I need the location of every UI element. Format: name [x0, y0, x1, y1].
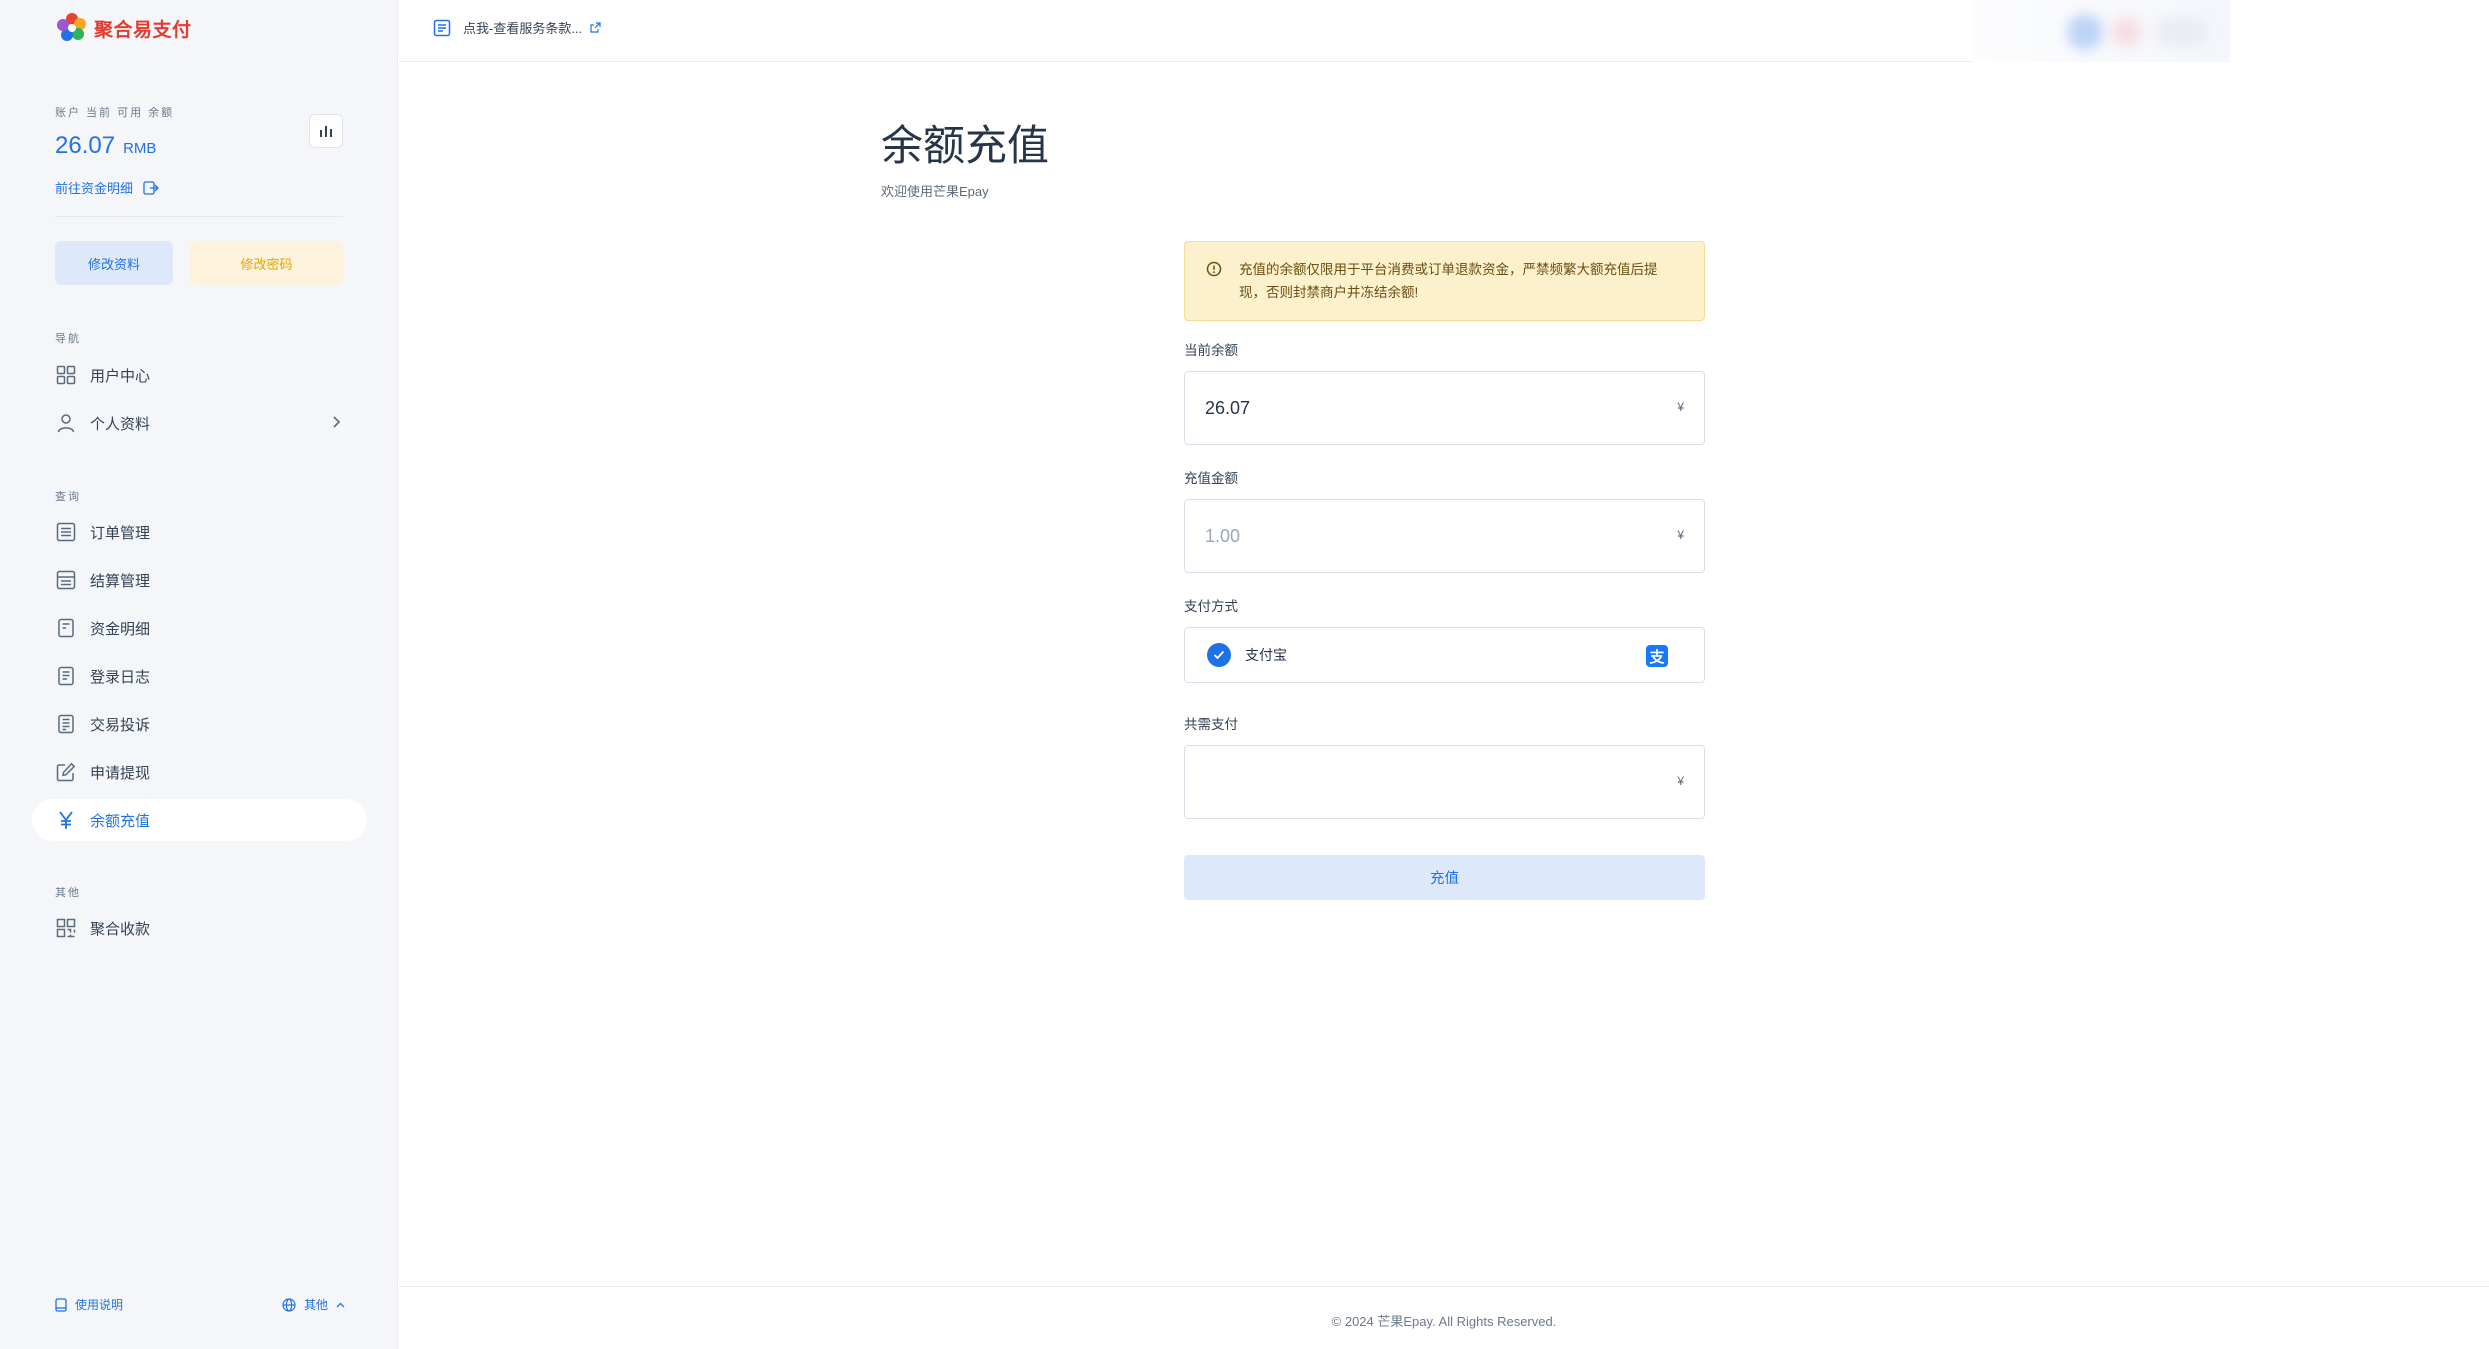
sidebar-item-label: 申请提现: [90, 764, 151, 782]
copyright-text: © 2024 芒果Epay. All Rights Reserved.: [1331, 1314, 1557, 1329]
balance-label: 账户 当前 可用 余额: [55, 107, 175, 119]
chevron-up-icon: [336, 1302, 345, 1307]
page-subtitle: 欢迎使用芒果Epay: [881, 184, 989, 199]
warning-alert-text: 充值的余额仅限用于平台消费或订单退款资金，严禁频繁大额充值后提现，否则封禁商户并…: [1239, 262, 1658, 300]
stats-button[interactable]: [309, 114, 343, 148]
list-icon: [56, 522, 76, 542]
globe-icon: [282, 1297, 296, 1312]
qrcode-icon: [56, 918, 76, 938]
bar-chart-icon: [320, 126, 332, 137]
sidebar-item-label: 结算管理: [90, 572, 151, 590]
sidebar-footer: 使用说明 其他: [55, 1296, 345, 1313]
balance-card: 账户 当前 可用 余额 26.07 RMB 前往资金明细: [55, 104, 343, 197]
amount-placeholder: 1.00: [1205, 525, 1241, 546]
balance-amount: 26.07: [55, 132, 116, 159]
user-menu-area[interactable]: [1972, 0, 2230, 62]
recharge-submit-button[interactable]: 充值: [1184, 855, 1705, 900]
pay-method-name: 支付宝: [1245, 647, 1287, 663]
sidebar-item-label: 余额充值: [90, 812, 151, 830]
clipboard-icon: [56, 714, 76, 734]
amount-label: 充值金额: [1184, 471, 1238, 486]
chevron-right-icon: [333, 416, 341, 428]
flower-logo-icon: [57, 13, 86, 41]
help-link-label: 使用说明: [75, 1298, 124, 1312]
notification-icon[interactable]: [2112, 18, 2140, 46]
external-link-icon: [590, 22, 601, 33]
check-icon: [1207, 643, 1231, 667]
section-title-query: 查询: [55, 491, 81, 503]
document-icon: [56, 666, 76, 686]
other-menu-toggle[interactable]: 其他: [282, 1296, 345, 1313]
sidebar-item-label: 资金明细: [90, 620, 151, 638]
grid-icon: [56, 365, 76, 385]
currency-suffix: ¥: [1677, 774, 1684, 788]
sidebar-item-user-center[interactable]: 用户中心: [32, 354, 367, 396]
current-balance-field: 26.07 ¥: [1184, 371, 1705, 445]
notes-icon: [433, 19, 451, 36]
section-title-other: 其他: [55, 887, 81, 899]
user-name-badge[interactable]: [2157, 18, 2207, 46]
avatar[interactable]: [2067, 14, 2103, 50]
terms-link[interactable]: 点我-查看服务条款...: [433, 18, 601, 37]
sidebar-item-personal-info[interactable]: 个人资料: [32, 402, 367, 444]
sidebar: 聚合易支付 账户 当前 可用 余额 26.07 RMB 前往资金明细 修改资料 …: [0, 0, 398, 1349]
sidebar-item-aggregate[interactable]: 聚合收款: [32, 907, 367, 949]
warning-circle-icon: [1206, 261, 1222, 277]
book-icon: [55, 1297, 67, 1312]
sidebar-item-label: 用户中心: [90, 367, 151, 385]
total-label: 共需支付: [1184, 717, 1238, 732]
receipt-icon: [56, 618, 76, 638]
section-title-nav: 导航: [55, 333, 81, 345]
sidebar-item-label: 登录日志: [90, 668, 151, 686]
yen-icon: [56, 810, 76, 830]
table-icon: [56, 570, 76, 590]
other-menu-label: 其他: [303, 1298, 328, 1312]
warning-alert: 充值的余额仅限用于平台消费或订单退款资金，严禁频繁大额充值后提现，否则封禁商户并…: [1184, 241, 1705, 321]
sidebar-item-fund-detail[interactable]: 资金明细: [32, 607, 367, 649]
sidebar-item-label: 个人资料: [90, 415, 151, 433]
pay-method-label: 支付方式: [1184, 599, 1238, 614]
alipay-icon: 支: [1646, 645, 1668, 667]
brand-name: 聚合易支付: [94, 19, 192, 41]
sidebar-item-label: 交易投诉: [90, 716, 151, 734]
fund-detail-link[interactable]: 前往资金明细: [55, 178, 343, 197]
fund-detail-link-label: 前往资金明细: [55, 181, 134, 196]
amount-input[interactable]: 1.00 ¥: [1184, 499, 1705, 573]
user-icon: [56, 413, 76, 433]
current-balance-label: 当前余额: [1184, 343, 1238, 358]
currency-suffix: ¥: [1677, 528, 1684, 542]
recharge-form: 充值的余额仅限用于平台消费或订单退款资金，严禁频繁大额充值后提现，否则封禁商户并…: [1184, 241, 1705, 900]
page-title: 余额充值: [881, 122, 1050, 169]
brand-logo[interactable]: 聚合易支付: [54, 10, 192, 46]
edit-password-button[interactable]: 修改密码: [190, 241, 343, 285]
sidebar-item-login-log[interactable]: 登录日志: [32, 655, 367, 697]
sidebar-item-recharge[interactable]: 余额充值: [32, 799, 367, 841]
sidebar-item-settlement[interactable]: 结算管理: [32, 559, 367, 601]
sidebar-item-label: 聚合收款: [90, 920, 151, 938]
sidebar-item-label: 订单管理: [90, 524, 151, 542]
current-balance-value: 26.07: [1205, 397, 1251, 418]
export-icon: [143, 180, 159, 195]
edit-profile-button[interactable]: 修改资料: [55, 241, 173, 285]
terms-link-label: 点我-查看服务条款...: [463, 21, 583, 36]
help-link[interactable]: 使用说明: [55, 1296, 123, 1313]
sidebar-item-complaints[interactable]: 交易投诉: [32, 703, 367, 745]
edit-icon: [56, 762, 76, 782]
total-field: ¥: [1184, 745, 1705, 819]
sidebar-item-orders[interactable]: 订单管理: [32, 511, 367, 553]
pay-method-alipay[interactable]: 支付宝 支: [1184, 627, 1705, 683]
currency-suffix: ¥: [1677, 400, 1684, 414]
sidebar-divider: [55, 216, 343, 217]
topbar: 点我-查看服务条款...: [399, 0, 2230, 62]
page-footer: © 2024 芒果Epay. All Rights Reserved.: [399, 1286, 2489, 1349]
sidebar-item-withdraw[interactable]: 申请提现: [32, 751, 367, 793]
balance-unit: RMB: [123, 140, 157, 157]
